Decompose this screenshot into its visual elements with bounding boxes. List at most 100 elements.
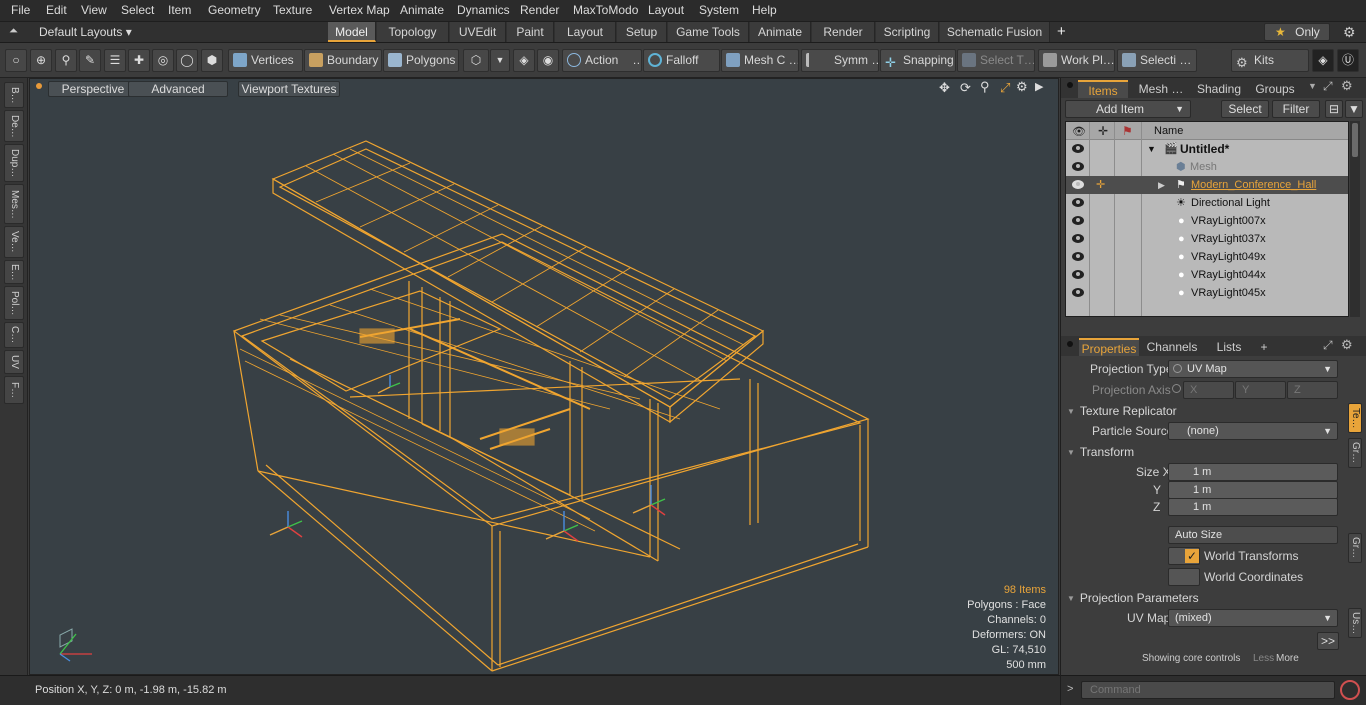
panel-gear-icon[interactable]: ⚙ <box>1341 78 1353 94</box>
envelope-dot-icon[interactable] <box>1173 364 1182 373</box>
size-x-input[interactable]: 1 m <box>1168 463 1338 481</box>
tab-render[interactable]: Render <box>812 22 875 42</box>
panel-expand-icon[interactable]: ⤢ <box>1323 338 1333 353</box>
menu-help[interactable]: Help <box>752 3 777 17</box>
select-through-button[interactable]: Select T… <box>957 49 1035 72</box>
item-mode-icon[interactable]: ⬢ <box>201 49 223 72</box>
left-tab-basic[interactable]: B… <box>4 82 24 108</box>
globe-icon[interactable]: ⊕ <box>30 49 52 72</box>
projection-parameters-section[interactable]: Projection Parameters <box>1067 590 1345 607</box>
collapse-list-icon[interactable]: ⊟ <box>1325 100 1343 118</box>
add-properties-tab-button[interactable]: + <box>1256 338 1272 356</box>
command-input[interactable] <box>1081 681 1335 699</box>
falloff-button[interactable]: Falloff <box>643 49 720 72</box>
align-icon[interactable]: ☰ <box>104 49 126 72</box>
size-z-input[interactable]: 1 m <box>1168 498 1338 516</box>
expand-arrow-icon[interactable]: ▶ <box>1158 176 1165 194</box>
less-link[interactable]: Less <box>1253 653 1274 664</box>
gear-icon[interactable]: ⚙ <box>1343 24 1356 41</box>
work-plane-button[interactable]: Work Pl… <box>1038 49 1115 72</box>
axis-x-option[interactable]: X <box>1183 381 1234 399</box>
side-tab-texture[interactable]: Te… <box>1348 403 1362 433</box>
item-list-scrollbar[interactable] <box>1350 121 1360 317</box>
tabs-overflow-icon[interactable]: ▼ <box>1308 81 1317 91</box>
tab-paint[interactable]: Paint <box>507 22 554 42</box>
menu-vertex-map[interactable]: Vertex Map <box>329 3 390 17</box>
list-item[interactable]: ● VRayLight045x <box>1066 284 1348 302</box>
menu-dynamics[interactable]: Dynamics <box>457 3 510 17</box>
filter-button[interactable]: Filter <box>1272 100 1320 118</box>
tab-lists[interactable]: Lists <box>1206 338 1252 356</box>
menu-file[interactable]: File <box>11 3 30 17</box>
axis-y-option[interactable]: Y <box>1235 381 1286 399</box>
snapping-button[interactable]: ✛ Snapping <box>880 49 956 72</box>
expand-arrow-icon[interactable]: ▼ <box>1147 140 1156 158</box>
side-tab-group-b[interactable]: Gr… <box>1348 533 1362 563</box>
add-tab-button[interactable]: + <box>1057 23 1066 40</box>
add-item-button[interactable]: Add Item ▼ <box>1065 100 1191 118</box>
tab-animate[interactable]: Animate <box>750 22 811 42</box>
layout-arrow-icon[interactable]: ⏶ <box>9 25 18 38</box>
tab-mesh-ops[interactable]: Mesh … <box>1131 80 1191 98</box>
tab-channels[interactable]: Channels <box>1143 338 1201 356</box>
mesh-constraint-button[interactable]: Mesh C … <box>721 49 799 72</box>
side-tab-user[interactable]: Us… <box>1348 608 1362 638</box>
symmetry-ball-icon[interactable]: ◉ <box>537 49 559 72</box>
visibility-eye-icon[interactable] <box>1072 144 1084 153</box>
tab-groups[interactable]: Groups <box>1247 80 1303 98</box>
left-tab-curve[interactable]: C… <box>4 322 24 348</box>
center-icon[interactable]: ✚ <box>128 49 150 72</box>
element-icon[interactable]: ◯ <box>176 49 198 72</box>
menu-system[interactable]: System <box>699 3 739 17</box>
uv-map-dropdown[interactable]: (mixed) ▼ <box>1168 609 1338 627</box>
menu-layout[interactable]: Layout <box>648 3 684 17</box>
brush-icon[interactable]: ✎ <box>79 49 101 72</box>
vertices-button[interactable]: Vertices <box>228 49 303 72</box>
panel-expand-icon[interactable]: ⤢ <box>1323 79 1333 94</box>
select-button[interactable]: Select <box>1221 100 1269 118</box>
tab-topology[interactable]: Topology <box>377 22 449 42</box>
tab-setup[interactable]: Setup <box>617 22 667 42</box>
world-coordinates-checkbox[interactable] <box>1168 568 1200 586</box>
axis-envelope-dot-icon[interactable] <box>1172 384 1181 393</box>
left-tab-fusion[interactable]: F… <box>4 376 24 404</box>
lasso-icon[interactable]: ⚲ <box>55 49 77 72</box>
axis-z-option[interactable]: Z <box>1287 381 1338 399</box>
tab-items[interactable]: Items <box>1078 80 1128 98</box>
particle-source-dropdown[interactable]: (none) ▼ <box>1168 422 1338 440</box>
left-tab-vertex[interactable]: Ve… <box>4 226 24 258</box>
list-item[interactable]: ⬢ Mesh <box>1066 158 1348 176</box>
panel-gear-icon[interactable]: ⚙ <box>1341 337 1353 353</box>
kits-button[interactable]: ⚙ Kits <box>1231 49 1309 72</box>
material-dropdown-icon[interactable]: ▼ <box>490 49 510 72</box>
list-item[interactable]: ● VRayLight037x <box>1066 230 1348 248</box>
name-column-header[interactable]: Name <box>1154 125 1183 137</box>
only-toggle[interactable]: ★ Only <box>1264 23 1330 41</box>
pivot-icon[interactable]: ◎ <box>152 49 174 72</box>
left-tab-uv[interactable]: UV <box>4 350 24 374</box>
unreal-icon[interactable]: Ⓤ <box>1337 49 1359 72</box>
funnel-icon[interactable]: ▼ <box>1345 100 1363 118</box>
world-transforms-checkbox[interactable]: ✓ <box>1168 547 1200 565</box>
left-tab-mesh-edit[interactable]: Mes… <box>4 184 24 224</box>
tab-game-tools[interactable]: Game Tools <box>668 22 749 42</box>
left-tab-duplicate[interactable]: Dup… <box>4 144 24 182</box>
side-tab-group-a[interactable]: Gr… <box>1348 438 1362 468</box>
list-item[interactable]: ● VRayLight007x <box>1066 212 1348 230</box>
record-icon[interactable] <box>1340 680 1360 700</box>
menu-render[interactable]: Render <box>520 3 559 17</box>
tab-layout[interactable]: Layout <box>555 22 616 42</box>
projection-type-dropdown[interactable]: UV Map ▼ <box>1168 360 1338 378</box>
tab-scripting[interactable]: Scripting <box>876 22 939 42</box>
tab-uvedit[interactable]: UVEdit <box>450 22 506 42</box>
menu-item[interactable]: Item <box>168 3 191 17</box>
tab-shading[interactable]: Shading <box>1194 80 1244 98</box>
default-layouts-dropdown[interactable]: Default Layouts ▾ <box>39 25 132 39</box>
modo-cube-icon[interactable]: ◈ <box>1312 49 1334 72</box>
list-item-selected[interactable]: ✛ ▶ ⚑ Modern_Conference_Hall <box>1066 176 1348 194</box>
snap-visibility-icon[interactable]: ◈ <box>513 49 535 72</box>
tab-model[interactable]: Model <box>328 22 376 42</box>
menu-select[interactable]: Select <box>121 3 154 17</box>
action-center-button[interactable]: Action… <box>562 49 642 72</box>
menu-texture[interactable]: Texture <box>273 3 312 17</box>
